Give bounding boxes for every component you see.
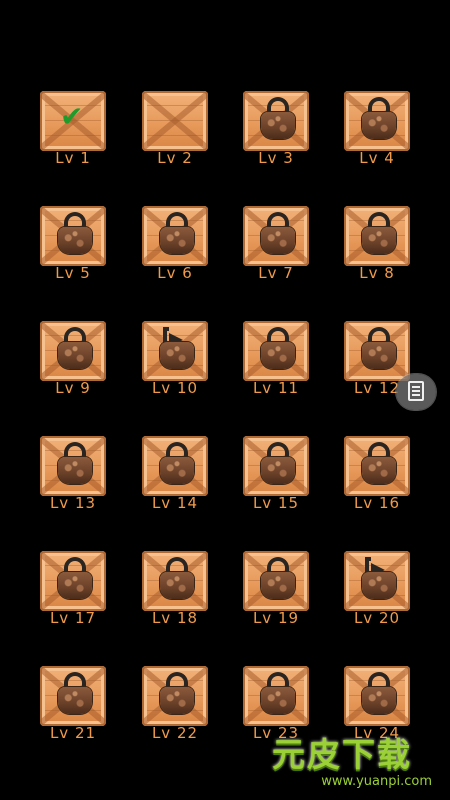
padlock-icon <box>260 557 296 601</box>
level-button[interactable]: Lv 4 <box>342 91 412 171</box>
level-button[interactable]: Lv 15 <box>241 436 311 516</box>
crate-icon <box>142 321 208 381</box>
level-label: Lv 3 <box>258 149 294 167</box>
level-label: Lv 5 <box>55 264 91 282</box>
padlock-icon <box>57 212 93 256</box>
document-icon <box>408 381 424 401</box>
crate-icon <box>142 91 208 151</box>
crate-icon <box>344 91 410 151</box>
level-button[interactable]: Lv 13 <box>38 436 108 516</box>
level-button[interactable]: Lv 10 <box>140 321 210 401</box>
padlock-icon <box>260 327 296 371</box>
level-button[interactable]: Lv 18 <box>140 551 210 631</box>
crate-icon <box>243 436 309 496</box>
crate-icon <box>344 321 410 381</box>
crate-icon: ✔ <box>40 91 106 151</box>
level-label: Lv 13 <box>49 494 97 512</box>
crate-icon <box>40 551 106 611</box>
level-label: Lv 10 <box>151 379 199 397</box>
level-button[interactable]: Lv 2 <box>140 91 210 171</box>
crate-icon <box>142 436 208 496</box>
padlock-icon <box>57 557 93 601</box>
crate-icon <box>243 206 309 266</box>
open-padlock-icon <box>159 327 195 371</box>
crate-icon <box>344 206 410 266</box>
level-button[interactable]: Lv 19 <box>241 551 311 631</box>
level-label: Lv 2 <box>157 149 193 167</box>
crate-icon <box>142 551 208 611</box>
padlock-icon <box>361 672 397 716</box>
crate-icon <box>142 666 208 726</box>
level-label: Lv 24 <box>353 724 401 742</box>
padlock-icon <box>57 672 93 716</box>
open-padlock-icon <box>361 557 397 601</box>
level-label: Lv 18 <box>151 609 199 627</box>
level-label: Lv 14 <box>151 494 199 512</box>
crate-icon <box>40 436 106 496</box>
padlock-icon <box>260 212 296 256</box>
level-button[interactable]: Lv 9 <box>38 321 108 401</box>
level-label: Lv 23 <box>252 724 300 742</box>
crate-icon <box>243 551 309 611</box>
level-grid: ✔ Lv 1 Lv 2 Lv 3 Lv 4 Lv 5 Lv 6 Lv 7 Lv 8 Lv 9 Lv … <box>0 0 450 800</box>
level-button[interactable]: Lv 3 <box>241 91 311 171</box>
level-label: Lv 19 <box>252 609 300 627</box>
level-button[interactable]: Lv 11 <box>241 321 311 401</box>
level-label: Lv 9 <box>55 379 91 397</box>
crate-icon <box>243 321 309 381</box>
level-label: Lv 11 <box>252 379 300 397</box>
crate-icon <box>40 321 106 381</box>
padlock-icon <box>361 327 397 371</box>
level-button[interactable]: Lv 6 <box>140 206 210 286</box>
level-button[interactable]: Lv 23 <box>241 666 311 746</box>
level-button[interactable]: Lv 22 <box>140 666 210 746</box>
padlock-icon <box>260 672 296 716</box>
level-button[interactable]: Lv 20 <box>342 551 412 631</box>
padlock-icon <box>159 442 195 486</box>
padlock-icon <box>361 97 397 141</box>
padlock-icon <box>57 442 93 486</box>
level-label: Lv 4 <box>359 149 395 167</box>
level-label: Lv 15 <box>252 494 300 512</box>
level-label: Lv 21 <box>49 724 97 742</box>
level-label: Lv 17 <box>49 609 97 627</box>
crate-icon <box>344 436 410 496</box>
level-label: Lv 22 <box>151 724 199 742</box>
level-button[interactable]: Lv 16 <box>342 436 412 516</box>
level-label: Lv 7 <box>258 264 294 282</box>
level-button[interactable]: Lv 24 <box>342 666 412 746</box>
crate-icon <box>40 666 106 726</box>
crate-icon <box>40 206 106 266</box>
crate-icon <box>142 206 208 266</box>
level-label: Lv 8 <box>359 264 395 282</box>
level-button[interactable]: Lv 14 <box>140 436 210 516</box>
padlock-icon <box>260 97 296 141</box>
level-button[interactable]: Lv 7 <box>241 206 311 286</box>
level-button[interactable]: Lv 5 <box>38 206 108 286</box>
crate-icon <box>344 666 410 726</box>
level-label: Lv 16 <box>353 494 401 512</box>
level-button[interactable]: Lv 17 <box>38 551 108 631</box>
level-label: Lv 20 <box>353 609 401 627</box>
crate-icon <box>243 91 309 151</box>
level-button[interactable]: Lv 8 <box>342 206 412 286</box>
padlock-icon <box>361 212 397 256</box>
side-menu-button[interactable] <box>396 374 436 410</box>
padlock-icon <box>57 327 93 371</box>
padlock-icon <box>159 672 195 716</box>
level-button[interactable]: Lv 21 <box>38 666 108 746</box>
padlock-icon <box>361 442 397 486</box>
padlock-icon <box>260 442 296 486</box>
level-button[interactable]: ✔ Lv 1 <box>38 91 108 171</box>
checkmark-icon: ✔ <box>60 100 84 133</box>
crate-icon <box>344 551 410 611</box>
level-label: Lv 6 <box>157 264 193 282</box>
padlock-icon <box>159 212 195 256</box>
padlock-icon <box>159 557 195 601</box>
level-label: Lv 1 <box>55 149 91 167</box>
crate-icon <box>243 666 309 726</box>
